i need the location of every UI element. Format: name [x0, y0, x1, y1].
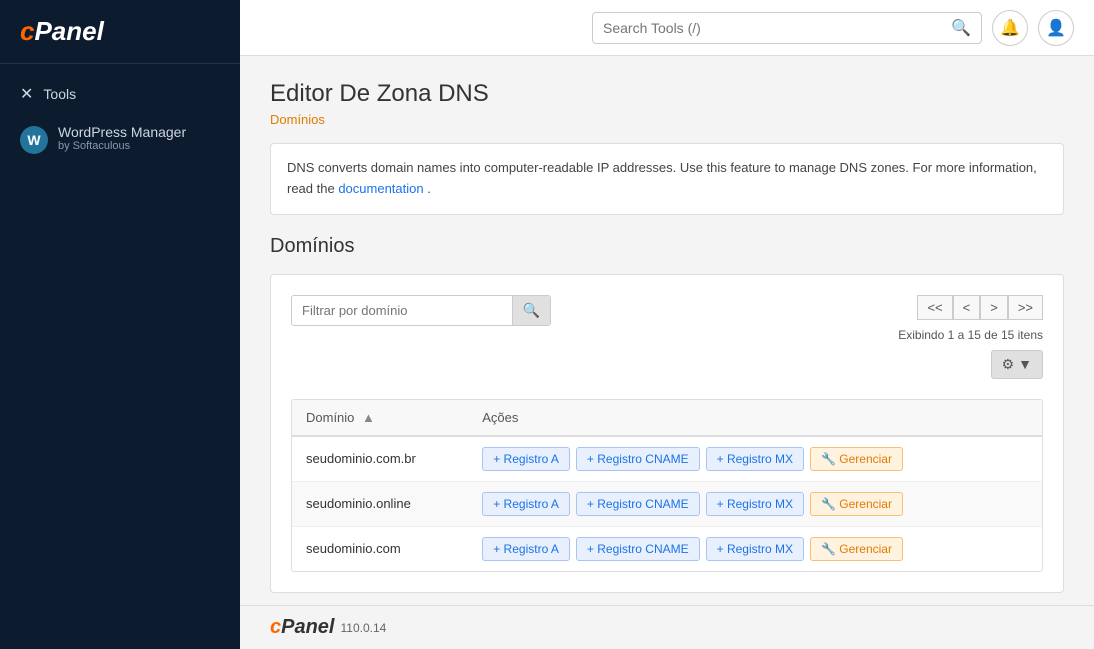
wordpress-icon: W — [20, 126, 48, 154]
footer-logo-c: c — [270, 616, 281, 638]
action-button-2[interactable]: + Registro MX — [706, 537, 804, 561]
table-row: seudominio.online+ Registro A+ Registro … — [292, 481, 1042, 526]
gear-icon: ⚙ — [1002, 356, 1015, 373]
domains-table: Domínio ▲ Ações seudominio.com.br+ Regis… — [292, 400, 1042, 571]
actions-cell: + Registro A+ Registro CNAME+ Registro M… — [468, 526, 1042, 571]
domains-section-title: Domínios — [270, 235, 1064, 258]
pagination-col: << < > >> Exibindo 1 a 15 de 15 itens — [898, 295, 1043, 342]
search-bar: 🔍 — [592, 12, 982, 44]
sidebar: cPanel ✕ Tools W WordPress Manager by So… — [0, 0, 240, 649]
description-text: DNS converts domain names into computer-… — [287, 160, 680, 175]
domain-cell: seudominio.com — [292, 526, 468, 571]
bell-icon: 🔔 — [1000, 18, 1020, 38]
footer-logo: cPanel — [270, 616, 334, 639]
header: 🔍 🔔 👤 — [240, 0, 1094, 56]
search-button[interactable]: 🔍 — [951, 18, 971, 38]
domains-controls: 🔍 << < > >> Exibindo 1 a 15 de 15 itens — [291, 295, 1043, 399]
actions-cell: + Registro A+ Registro CNAME+ Registro M… — [468, 436, 1042, 482]
user-icon: 👤 — [1046, 18, 1066, 38]
footer-version: 110.0.14 — [340, 621, 386, 635]
filter-input[interactable] — [292, 297, 512, 324]
action-button-0[interactable]: + Registro A — [482, 492, 570, 516]
search-input[interactable] — [603, 20, 943, 36]
sidebar-item-tools[interactable]: ✕ Tools — [0, 74, 240, 114]
action-button-1[interactable]: + Registro CNAME — [576, 492, 700, 516]
col-domain[interactable]: Domínio ▲ — [292, 400, 468, 436]
main-area: 🔍 🔔 👤 Editor De Zona DNS Domínios DNS co… — [240, 0, 1094, 649]
user-menu-button[interactable]: 👤 — [1038, 10, 1074, 46]
sort-arrow: ▲ — [362, 410, 375, 425]
settings-button[interactable]: ⚙ ▼ — [991, 350, 1043, 379]
notifications-button[interactable]: 🔔 — [992, 10, 1028, 46]
action-button-2[interactable]: + Registro MX — [706, 492, 804, 516]
pagination-first[interactable]: << — [917, 295, 952, 320]
pagination-next[interactable]: > — [980, 295, 1008, 320]
pagination-last[interactable]: >> — [1008, 295, 1043, 320]
wordpress-title: WordPress Manager — [58, 124, 186, 140]
filter-search-button[interactable]: 🔍 — [512, 296, 550, 325]
top-controls: 🔍 << < > >> Exibindo 1 a 15 de 15 itens — [291, 295, 1043, 342]
action-button-0[interactable]: + Registro A — [482, 537, 570, 561]
action-button-1[interactable]: + Registro CNAME — [576, 537, 700, 561]
sidebar-item-wordpress[interactable]: W WordPress Manager by Softaculous — [0, 114, 240, 164]
description-box: DNS converts domain names into computer-… — [270, 143, 1064, 215]
sidebar-logo: cPanel — [0, 0, 240, 64]
footer-logo-panel: Panel — [281, 616, 334, 638]
cpanel-logo-text: cPanel — [20, 16, 220, 47]
description-end: . — [427, 181, 431, 196]
sidebar-item-tools-label: Tools — [43, 86, 76, 102]
pagination-info: Exibindo 1 a 15 de 15 itens — [898, 328, 1043, 342]
actions-cell: + Registro A+ Registro CNAME+ Registro M… — [468, 481, 1042, 526]
breadcrumb: Domínios — [270, 112, 1064, 127]
footer: cPanel 110.0.14 — [240, 605, 1094, 649]
pagination: << < > >> — [917, 295, 1043, 320]
documentation-link[interactable]: documentation — [338, 181, 423, 196]
domain-cell: seudominio.online — [292, 481, 468, 526]
settings-arrow: ▼ — [1018, 356, 1032, 372]
table-row: seudominio.com.br+ Registro A+ Registro … — [292, 436, 1042, 482]
tools-icon: ✕ — [20, 84, 33, 104]
action-button-0[interactable]: + Registro A — [482, 447, 570, 471]
action-button-3[interactable]: 🔧 Gerenciar — [810, 492, 903, 516]
domains-section: 🔍 << < > >> Exibindo 1 a 15 de 15 itens — [270, 274, 1064, 593]
content-area: Editor De Zona DNS Domínios DNS converts… — [240, 56, 1094, 605]
filter-wrap: 🔍 — [291, 295, 551, 326]
action-button-1[interactable]: + Registro CNAME — [576, 447, 700, 471]
sidebar-navigation: ✕ Tools W WordPress Manager by Softaculo… — [0, 64, 240, 174]
wordpress-subtitle: by Softaculous — [58, 140, 186, 152]
col-actions: Ações — [468, 400, 1042, 436]
filter-search-icon: 🔍 — [523, 302, 540, 318]
action-button-2[interactable]: + Registro MX — [706, 447, 804, 471]
domain-cell: seudominio.com.br — [292, 436, 468, 482]
action-button-3[interactable]: 🔧 Gerenciar — [810, 447, 903, 471]
pagination-prev[interactable]: < — [953, 295, 981, 320]
action-button-3[interactable]: 🔧 Gerenciar — [810, 537, 903, 561]
page-title: Editor De Zona DNS — [270, 80, 1064, 108]
table-row: seudominio.com+ Registro A+ Registro CNA… — [292, 526, 1042, 571]
domains-table-container: Domínio ▲ Ações seudominio.com.br+ Regis… — [291, 399, 1043, 572]
